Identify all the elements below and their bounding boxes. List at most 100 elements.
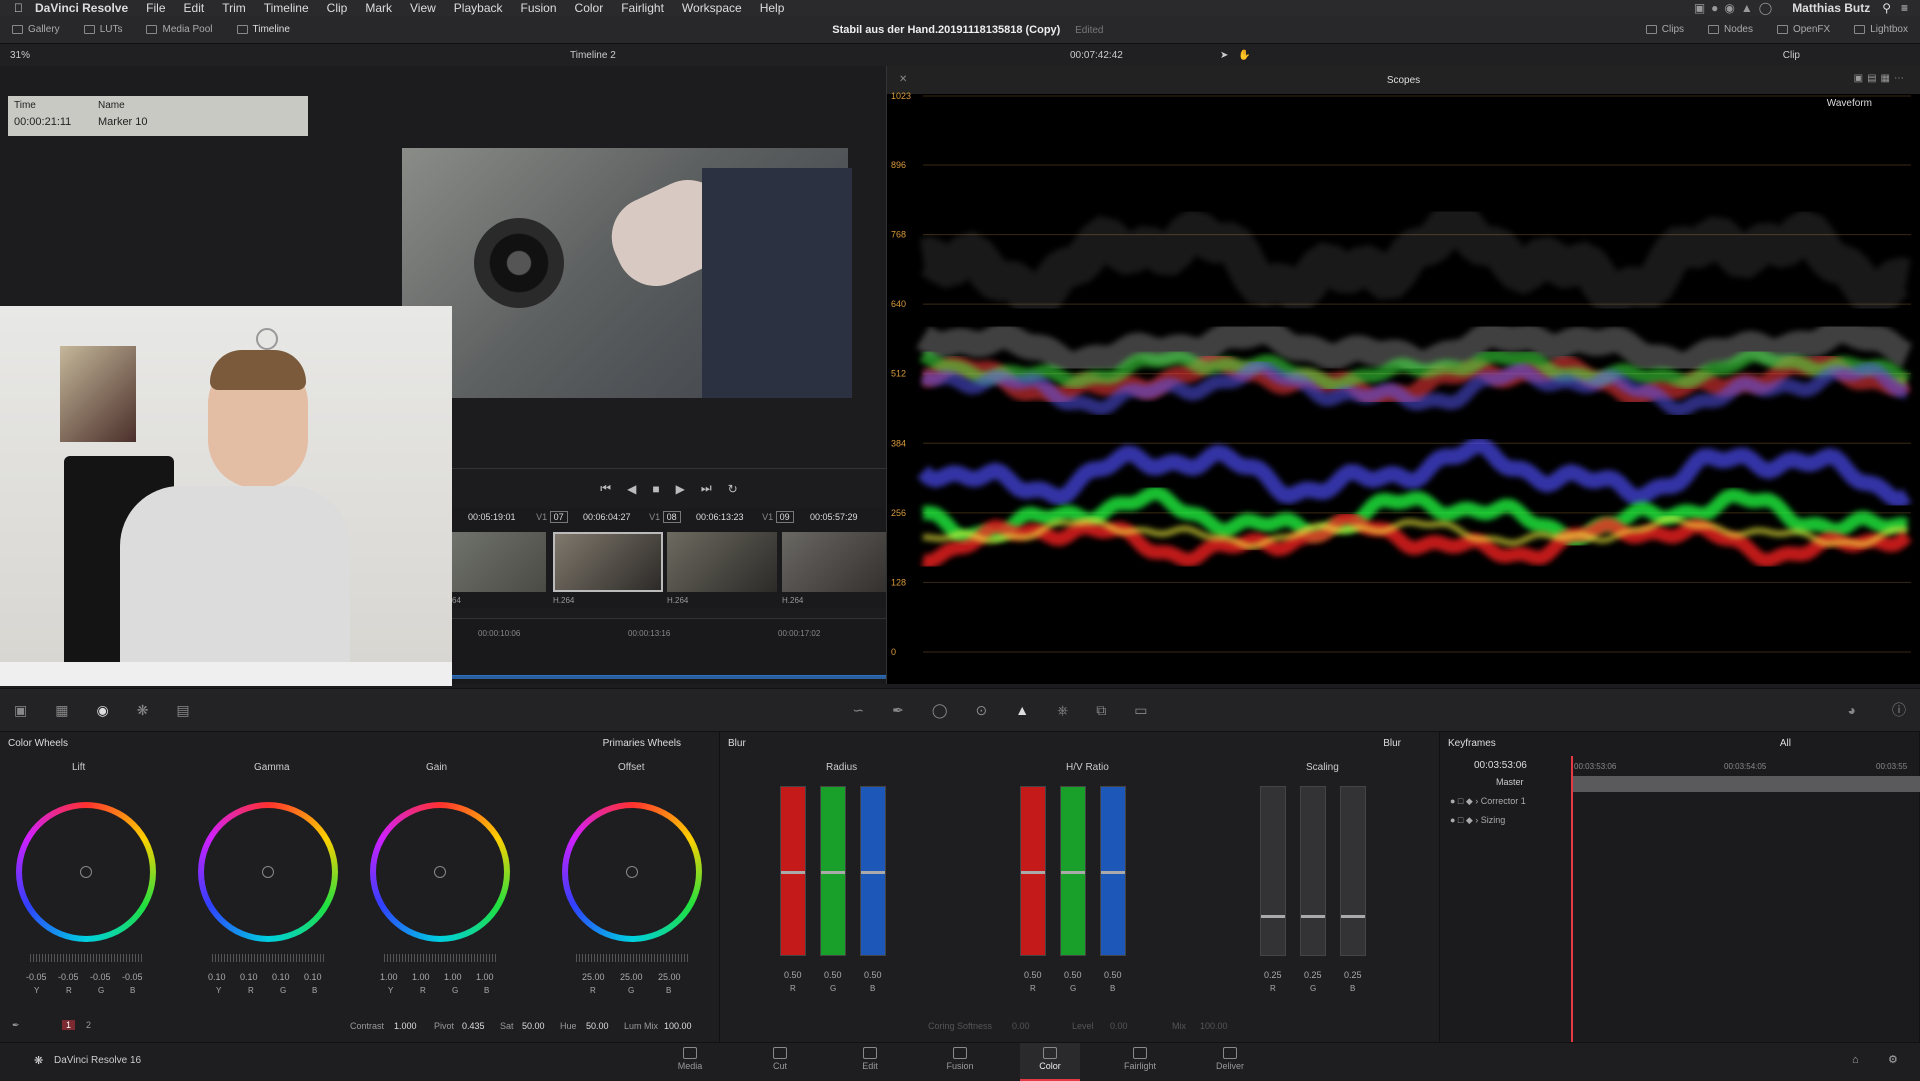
keyframe-row[interactable]: ● □ ◆ › Corrector 1	[1450, 796, 1526, 807]
slider-knob[interactable]	[861, 871, 885, 874]
master-wheel-slider[interactable]	[576, 954, 688, 962]
rgb-mixer-icon[interactable]: ▤	[176, 702, 189, 719]
slider-knob[interactable]	[1101, 871, 1125, 874]
sizing-icon[interactable]: ⧉	[1096, 702, 1106, 719]
clip-item[interactable]: 00:06:04:27 V1 08	[583, 511, 681, 523]
window-icon[interactable]: ◯	[932, 702, 948, 719]
clip-item[interactable]: 00:05:57:29	[810, 512, 858, 522]
menu-icon[interactable]: ≡	[1901, 1, 1908, 15]
layout-icons[interactable]: ▣▤▦⋯	[1854, 73, 1908, 84]
clip-item[interactable]: 00:06:13:23 V1 09	[696, 511, 794, 523]
wheel-value-field[interactable]: -0.05	[90, 972, 111, 982]
clip-thumbnail[interactable]	[667, 532, 777, 592]
page-tab-cut[interactable]: Cut	[750, 1047, 810, 1071]
blur-channel-slider[interactable]	[1260, 786, 1286, 956]
timeline-button[interactable]: Timeline	[225, 16, 302, 43]
reverse-icon[interactable]: ◀	[627, 482, 636, 496]
color-wheel[interactable]	[562, 802, 702, 942]
blur-value-field[interactable]: 0.50	[864, 970, 882, 980]
camera-raw-icon[interactable]: ▣	[14, 702, 27, 719]
slider-knob[interactable]	[1021, 871, 1045, 874]
zoom-select[interactable]: 31%	[10, 50, 570, 61]
menu-fusion[interactable]: Fusion	[521, 1, 557, 15]
primaries-mode-select[interactable]: Primaries Wheels	[603, 738, 681, 749]
blur-channel-slider[interactable]	[1100, 786, 1126, 956]
slider-knob[interactable]	[821, 871, 845, 874]
apple-icon[interactable]: 	[14, 1, 23, 15]
slider-knob[interactable]	[1301, 915, 1325, 918]
hue-field[interactable]: 50.00	[586, 1021, 609, 1031]
blur-channel-slider[interactable]	[780, 786, 806, 956]
sat-field[interactable]: 50.00	[522, 1021, 545, 1031]
user-name[interactable]: Matthias Butz	[1792, 1, 1870, 15]
menu-help[interactable]: Help	[760, 1, 785, 15]
slider-knob[interactable]	[781, 871, 805, 874]
page-tab-media[interactable]: Media	[660, 1047, 720, 1071]
wheel-value-field[interactable]: 25.00	[620, 972, 643, 982]
search-icon[interactable]: ⚲	[1882, 1, 1891, 15]
slider-knob[interactable]	[1341, 915, 1365, 918]
color-wheels-icon[interactable]: ◉	[96, 702, 108, 719]
blur-value-field[interactable]: 0.50	[1104, 970, 1122, 980]
openfx-button[interactable]: OpenFX	[1765, 16, 1842, 43]
eye-icon[interactable]: ◕	[1848, 702, 1856, 718]
timeline-select[interactable]: Timeline 2	[570, 50, 1070, 61]
gallery-button[interactable]: Gallery	[0, 16, 72, 43]
hand-icon[interactable]: ✋	[1238, 50, 1250, 61]
play-icon[interactable]: ▶	[676, 482, 685, 496]
clip-thumbnail[interactable]	[553, 532, 663, 592]
wheel-value-field[interactable]: 0.10	[272, 972, 290, 982]
clip-mode-select[interactable]: Clip	[1783, 50, 1800, 61]
master-wheel-slider[interactable]	[212, 954, 324, 962]
keyframe-row[interactable]: ● □ ◆ › Sizing	[1450, 815, 1505, 826]
blur-value-field[interactable]: 0.25	[1304, 970, 1322, 980]
wheel-value-field[interactable]: 1.00	[380, 972, 398, 982]
qualifier-icon[interactable]: ✒	[892, 702, 904, 719]
wheel-value-field[interactable]: 1.00	[412, 972, 430, 982]
slider-knob[interactable]	[1261, 915, 1285, 918]
wheel-value-field[interactable]: 25.00	[582, 972, 605, 982]
clip-item[interactable]: 00:05:19:01 V1 07	[468, 511, 568, 523]
loop-icon[interactable]: ↻	[728, 482, 738, 496]
master-wheel-slider[interactable]	[30, 954, 142, 962]
menu-fairlight[interactable]: Fairlight	[621, 1, 664, 15]
color-wheel[interactable]	[198, 802, 338, 942]
menu-view[interactable]: View	[410, 1, 436, 15]
blur-value-field[interactable]: 0.50	[824, 970, 842, 980]
keyframes-filter-select[interactable]: All	[1780, 738, 1791, 749]
wheel-value-field[interactable]: -0.05	[58, 972, 79, 982]
keyframe-row[interactable]: Master	[1496, 777, 1524, 787]
picker-icon[interactable]: ✒	[12, 1020, 20, 1031]
blur-value-field[interactable]: 0.25	[1344, 970, 1362, 980]
3d-icon[interactable]: ▭	[1134, 702, 1147, 719]
curves-icon[interactable]: ∽	[852, 702, 864, 719]
tracker-icon[interactable]: ⊙	[976, 702, 988, 719]
page-tab-fairlight[interactable]: Fairlight	[1110, 1047, 1170, 1071]
page-tab-edit[interactable]: Edit	[840, 1047, 900, 1071]
wheel-handle[interactable]	[80, 866, 92, 878]
wheel-value-field[interactable]: 1.00	[444, 972, 462, 982]
menu-playback[interactable]: Playback	[454, 1, 503, 15]
blur-channel-slider[interactable]	[820, 786, 846, 956]
slider-knob[interactable]	[1061, 871, 1085, 874]
color-wheel[interactable]	[16, 802, 156, 942]
settings-icon[interactable]: ⚙	[1888, 1053, 1898, 1066]
mini-timeline[interactable]: 00:00:10:06 00:00:13:16 00:00:17:02	[452, 618, 886, 684]
color-wheel[interactable]	[370, 802, 510, 942]
lightbox-button[interactable]: Lightbox	[1842, 16, 1920, 43]
menu-trim[interactable]: Trim	[222, 1, 246, 15]
page-1-button[interactable]: 1	[62, 1020, 76, 1030]
blur-icon[interactable]: ▲	[1015, 702, 1029, 718]
master-wheel-slider[interactable]	[384, 954, 496, 962]
page-2-button[interactable]: 2	[86, 1020, 91, 1030]
clip-thumbnail[interactable]	[782, 532, 886, 592]
stop-icon[interactable]: ■	[652, 482, 659, 496]
wheel-value-field[interactable]: 0.10	[240, 972, 258, 982]
menu-workspace[interactable]: Workspace	[682, 1, 742, 15]
wheel-handle[interactable]	[434, 866, 446, 878]
pivot-field[interactable]: 0.435	[462, 1021, 485, 1031]
wheel-value-field[interactable]: -0.05	[26, 972, 47, 982]
menu-clip[interactable]: Clip	[327, 1, 348, 15]
menu-file[interactable]: File	[146, 1, 165, 15]
menu-color[interactable]: Color	[575, 1, 604, 15]
